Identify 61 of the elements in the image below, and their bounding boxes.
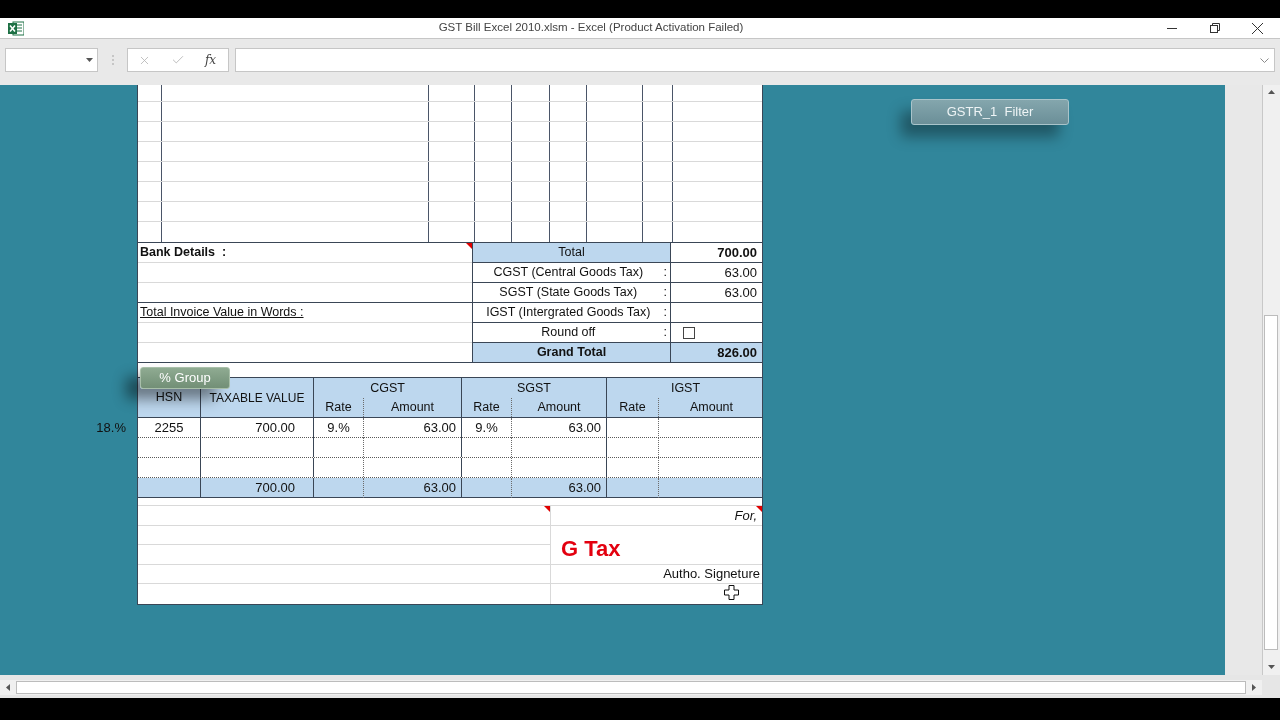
- colon-separator: :: [663, 264, 667, 282]
- table-cell: 2255: [138, 418, 201, 438]
- group-button[interactable]: % Group: [140, 367, 230, 389]
- expand-chevron-icon: [1260, 57, 1269, 63]
- column-header: Amount: [537, 399, 581, 417]
- column-group-header: SGST: [516, 379, 551, 397]
- table-cell: 9.%: [314, 418, 364, 438]
- summary-value: 826.00: [671, 343, 762, 362]
- checkbox[interactable]: [683, 326, 695, 339]
- scrollbar-thumb[interactable]: [16, 681, 1246, 694]
- filter-button[interactable]: GSTR_1 Filter: [911, 99, 1069, 125]
- colon-separator: :: [663, 324, 667, 342]
- summary-label: Round off: [541, 324, 596, 342]
- table-cell: 700.00: [201, 478, 314, 498]
- column-header: TAXABLE VALUE: [209, 389, 305, 407]
- vertical-scrollbar[interactable]: [1262, 85, 1280, 675]
- dropdown-caret-icon: [86, 58, 93, 62]
- summary-label: Total: [473, 243, 671, 262]
- summary-label: Grand Total: [473, 343, 671, 362]
- grip-dots-icon: [111, 55, 114, 65]
- column-header: HSN: [155, 389, 183, 407]
- table-cell: 63.00: [364, 478, 462, 498]
- column-header: Amount: [689, 399, 734, 417]
- cursor-icon: [724, 585, 739, 600]
- signature-label: Autho. Signeture: [663, 565, 760, 583]
- column-header: Rate: [619, 399, 646, 417]
- scroll-left-icon: [6, 684, 10, 691]
- side-cell-text: 18.%: [96, 419, 126, 438]
- scrollbar-thumb[interactable]: [1264, 315, 1278, 650]
- comment-indicator-icon: [544, 506, 550, 512]
- summary-label: SGST (State Goods Tax): [499, 284, 638, 302]
- name-box[interactable]: [5, 48, 98, 72]
- table-cell: 63.00: [512, 418, 607, 438]
- table-cell: 9.%: [462, 418, 512, 438]
- column-group-header: IGST: [670, 379, 701, 397]
- restore-icon: [1209, 23, 1220, 33]
- column-header: Rate: [325, 399, 352, 417]
- horizontal-scrollbar[interactable]: [0, 680, 1262, 695]
- colon-separator: :: [663, 304, 667, 322]
- scroll-down-icon: [1267, 665, 1275, 669]
- formula-input[interactable]: [235, 48, 1275, 72]
- comment-indicator-icon: [756, 506, 762, 512]
- minimize-icon: [1166, 27, 1177, 29]
- table-cell: 63.00: [512, 478, 607, 498]
- scroll-right-icon: [1252, 684, 1256, 691]
- summary-label: CGST (Central Goods Tax): [493, 264, 644, 282]
- bank-details-label: Bank Details :: [140, 244, 227, 262]
- close-icon: [1252, 22, 1263, 34]
- scroll-up-icon: [1268, 90, 1275, 94]
- table-cell: 700.00: [201, 418, 314, 438]
- window-title: GST Bill Excel 2010.xlsm - Excel (Product Activation Failed): [438, 20, 744, 36]
- colon-separator: :: [663, 284, 667, 302]
- column-header: Amount: [390, 399, 435, 417]
- amount-in-words-label: Total Invoice Value in Words :: [140, 304, 304, 322]
- for-label: For,: [734, 506, 757, 525]
- summary-label: IGST (Intergrated Goods Tax): [486, 304, 651, 322]
- check-icon: [170, 53, 185, 67]
- company-name: G Tax: [561, 537, 621, 560]
- column-group-header: CGST: [370, 379, 405, 397]
- table-cell: 63.00: [364, 418, 462, 438]
- column-header: Rate: [473, 399, 500, 417]
